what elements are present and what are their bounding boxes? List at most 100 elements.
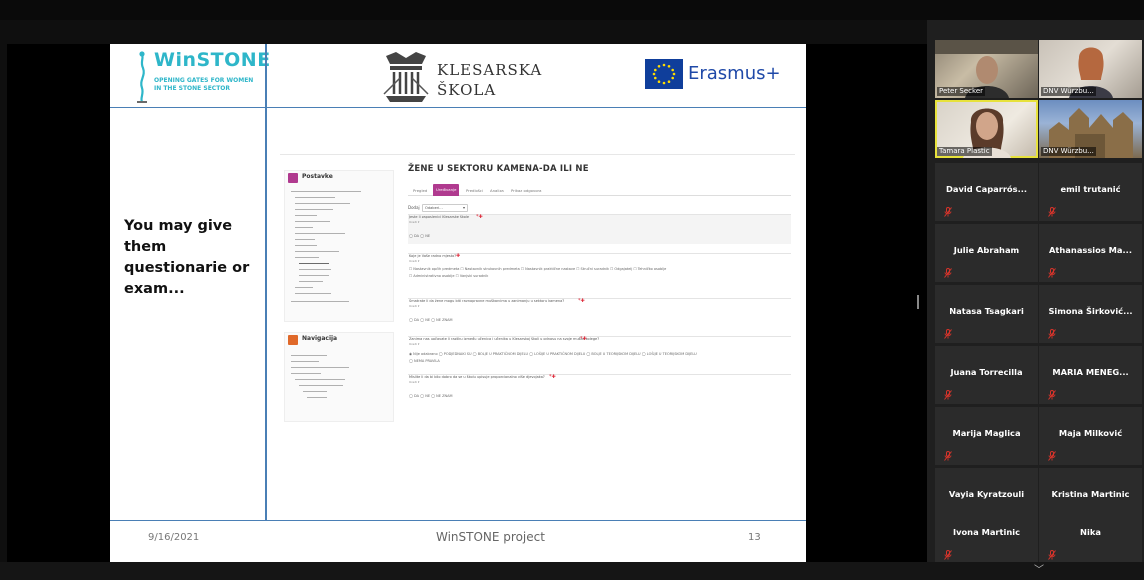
mic-muted-icon	[944, 550, 952, 560]
slide-divider-top	[266, 107, 806, 108]
nav-tree-line	[303, 391, 327, 392]
slide-divider-vertical	[265, 44, 267, 520]
erasmus-text: Erasmus+	[688, 63, 781, 84]
question-5-options[interactable]: ◯ DA ◯ NE ◯ NE ZNAM	[409, 394, 453, 398]
participant-name: Ivona Martinic	[952, 527, 1020, 537]
presentation-slide: WinSTONE OPENING GATES FOR WOMEN IN THE …	[110, 44, 806, 562]
question-1-options[interactable]: ◯ DA ◯ NE	[409, 234, 430, 238]
klesarska-line1: KLESARSKA	[437, 61, 543, 79]
question-1-edit[interactable]: Uredi ▾	[409, 220, 419, 224]
nav-tree-line	[295, 257, 319, 258]
participant-name: DNV Würzbu...	[1041, 147, 1096, 156]
add-icon: ✚	[456, 253, 461, 259]
participant-tile[interactable]: Julie Abraham	[935, 224, 1038, 282]
questionnaire-title: ŽENE U SEKTORU KAMENA-DA ILI NE	[408, 164, 589, 174]
slide-text-line1: You may give	[124, 218, 233, 234]
question-2: Koje je Vaše radno mjesto? ✚ Uredi ▾ ☐ N…	[408, 253, 791, 283]
panel-resize-handle[interactable]	[917, 295, 919, 309]
participant-name: David Caparrós...	[945, 184, 1028, 194]
participant-name: Kristina Martinic	[1051, 489, 1130, 499]
mic-muted-icon	[944, 390, 952, 400]
participant-tile[interactable]: Marija Maglica	[935, 407, 1038, 465]
question-2-options-row2[interactable]: ☐ Administrativno osoblje ☐ Vanjski sura…	[409, 274, 488, 278]
klesarska-line2: ŠKOLA	[437, 81, 497, 99]
participant-tile[interactable]: Athanassios Ma...	[1039, 224, 1142, 282]
participant-tile[interactable]: Simona Širković...	[1039, 285, 1142, 343]
participant-tile[interactable]: Maja Milković	[1039, 407, 1142, 465]
mic-muted-icon	[944, 207, 952, 217]
participant-tile[interactable]: emil trutanić	[1039, 163, 1142, 221]
shared-screen: WinSTONE OPENING GATES FOR WOMEN IN THE …	[7, 44, 927, 562]
question-5-edit[interactable]: Uredi ▾	[409, 380, 419, 384]
moodle-tabs: Pregled Uređivanje Predlošci Analiza Pri…	[408, 184, 791, 196]
question-5-text: Mislite li da bi bilo dobro da se u škol…	[409, 375, 545, 379]
nav-tree-line	[299, 281, 323, 282]
mic-muted-icon	[944, 268, 952, 278]
nav-tree-line	[295, 379, 345, 380]
participant-tile[interactable]: MARIA MENEG...	[1039, 346, 1142, 404]
slide-body-text: You may give them questionarie or exam..…	[124, 216, 259, 300]
winstone-subtitle-line1: OPENING GATES FOR WOMEN	[154, 77, 254, 84]
question-2-edit[interactable]: Uredi ▾	[409, 259, 419, 263]
video-tile-3-active-speaker[interactable]: Tamara Plastic	[935, 100, 1038, 158]
participant-tile[interactable]: Juana Torrecilla	[935, 346, 1038, 404]
nav-tree-line	[295, 215, 317, 216]
participant-name: DNV Würzbu...	[1041, 87, 1096, 96]
participant-name: Athanassios Ma...	[1049, 245, 1132, 255]
question-4-edit[interactable]: Uredi ▾	[409, 342, 419, 346]
nav-tree-line	[291, 367, 349, 368]
add-question-value: Odaberi...	[425, 206, 443, 210]
participant-name: Simona Širković...	[1048, 306, 1133, 316]
winstone-figure-icon	[137, 51, 147, 103]
settings-icon	[288, 173, 298, 183]
mic-muted-icon	[1048, 550, 1056, 560]
tab-pregled[interactable]: Pregled	[410, 186, 430, 196]
question-3-edit[interactable]: Uredi ▾	[409, 304, 419, 308]
question-4: Zanima nas uočavate li razliku između uč…	[408, 336, 791, 368]
settings-block-title: Postavke	[302, 173, 333, 180]
add-question-select[interactable]: Dodaj Odaberi... ▾	[408, 204, 468, 213]
slide-text-line4: exam...	[124, 281, 185, 297]
participant-tile[interactable]: David Caparrós...	[935, 163, 1038, 221]
question-4-options-row1[interactable]: ◉ Nije odabrano ◯ PODJEDNAKI SU ◯ BOLJE …	[409, 352, 697, 356]
settings-block-header: Postavke	[285, 171, 395, 185]
klesarska-name: KLESARSKA ŠKOLA	[437, 60, 542, 100]
participant-tile[interactable]: Natasa Tsagkari	[935, 285, 1038, 343]
question-2-options-row1[interactable]: ☐ Nastavnik općih predmeta ☐ Nastavnik s…	[409, 267, 666, 271]
moodle-header-rule	[280, 154, 795, 155]
question-3-options[interactable]: ◯ DA ◯ NE ◯ NE ZNAM	[409, 318, 453, 322]
slide-text-line3: questionarie or	[124, 260, 250, 276]
question-4-options-row2[interactable]: ◯ NEMA PRAVILA	[409, 359, 440, 363]
navigation-block-title: Navigacija	[302, 335, 338, 342]
participant-tile[interactable]: Ivona Martinic	[935, 506, 1038, 564]
mic-muted-icon	[1048, 451, 1056, 461]
question-4-text: Zanima nas uočavate li razliku između uč…	[409, 337, 600, 341]
navigation-icon	[288, 335, 298, 345]
tab-uredivanje[interactable]: Uređivanje	[433, 184, 460, 196]
chevron-down-icon[interactable]: ﹀	[1028, 564, 1050, 578]
video-tile-1[interactable]: Peter Secker	[935, 40, 1038, 98]
participant-name: Juana Torrecilla	[950, 367, 1023, 377]
participant-tile[interactable]: Nika	[1039, 506, 1142, 564]
participant-name: Julie Abraham	[953, 245, 1020, 255]
nav-tree-line	[295, 221, 330, 222]
add-question-dropdown[interactable]: Odaberi... ▾	[422, 204, 468, 212]
participant-name: Vayia Kyratzouli	[948, 489, 1025, 499]
tab-prikaz-odgovora[interactable]: Prikaz odgovora	[508, 186, 544, 196]
participant-name: Natasa Tsagkari	[949, 306, 1024, 316]
question-1: Jeste li zaposlenici Klesarske škole *✚ …	[408, 214, 791, 244]
erasmus-logo: Erasmus+	[645, 59, 781, 93]
tab-predlosci[interactable]: Predlošci	[463, 186, 486, 196]
video-tile-2[interactable]: DNV Würzbu...	[1039, 40, 1142, 98]
video-tile-4[interactable]: DNV Würzbu...	[1039, 100, 1142, 158]
nav-tree-line	[299, 385, 343, 386]
required-icon: *✚	[580, 336, 587, 342]
nav-tree-line	[291, 373, 321, 374]
question-5: Mislite li da bi bilo dobro da se u škol…	[408, 374, 791, 406]
nav-tree-line	[291, 301, 349, 302]
nav-tree-line	[291, 355, 327, 356]
tab-analiza[interactable]: Analiza	[487, 186, 507, 196]
participant-name: Tamara Plastic	[937, 147, 992, 156]
participant-name: emil trutanić	[1060, 184, 1121, 194]
slide-divider-left	[110, 107, 266, 108]
